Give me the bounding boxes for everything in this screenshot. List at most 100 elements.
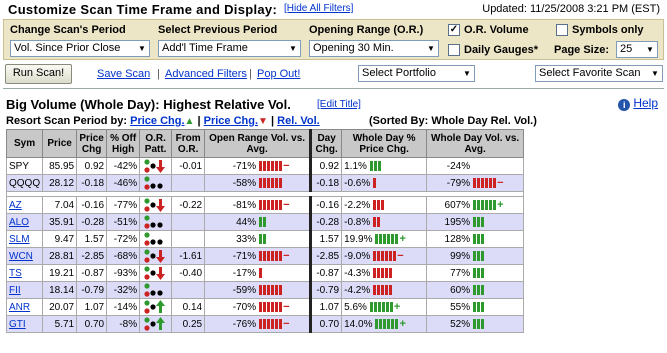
from-or-cell: 0.14	[171, 298, 206, 316]
off-high-cell: -93%	[106, 264, 141, 282]
scan-period-value: Vol. Since Prior Close	[14, 42, 121, 54]
resort-price-down-link[interactable]: Price Chg.	[204, 115, 258, 127]
symbol-link[interactable]: GTI	[9, 319, 26, 330]
col-header-whole-vol[interactable]: Whole Day Vol. vs. Avg.	[426, 129, 525, 158]
or-volume-checkbox[interactable]: ✓	[448, 24, 460, 36]
or-pattern-cell	[139, 157, 173, 175]
or-pattern-cell	[139, 196, 173, 214]
col-header-pct-chg[interactable]: Whole Day % Price Chg.	[341, 129, 428, 158]
whole-vol-cell: -79% −	[426, 174, 525, 192]
or-vol-cell-gauge	[259, 233, 307, 245]
table-row[interactable]: QQQQ 28.12 -0.18 -46% -58% -0.18 -0.6% -79% −	[5, 174, 525, 192]
portfolio-select[interactable]: Select Portfolio ▼	[358, 65, 475, 82]
advanced-filters-link[interactable]: Advanced Filters	[165, 68, 247, 80]
daily-gauges-label: Daily Gauges*	[464, 44, 538, 56]
help-link[interactable]: i Help	[618, 96, 658, 111]
page-size-value: 25	[620, 43, 633, 55]
save-scan-link[interactable]: Save Scan	[97, 68, 150, 80]
gauge-bar	[263, 177, 267, 188]
table-row[interactable]: ANR 20.07 1.07 -14% 0.14 -70% −1.07 5.6% +55%	[5, 298, 525, 316]
or-vol-cell-box: 33%	[207, 234, 307, 245]
col-header-from-or[interactable]: From O.R.	[171, 129, 206, 158]
whole-vol-cell-value: 77%	[450, 267, 471, 279]
symbol-link[interactable]: ALO	[9, 217, 29, 228]
table-row[interactable]: ALO 35.91 -0.28 -51% 44% -0.28 -0.8% 195%	[5, 213, 525, 231]
gauge-bar	[267, 318, 271, 329]
whole-vol-cell-gauge	[473, 284, 521, 296]
or-pattern-icon	[144, 266, 165, 280]
table-row[interactable]: TS 19.21 -0.87 -93% -0.40 -17% -0.87 -4.3% 77%	[5, 264, 525, 282]
run-scan-button[interactable]: Run Scan!	[5, 64, 72, 84]
gauge-bar	[373, 268, 377, 278]
page-title: Customize Scan Time Frame and Display:	[8, 2, 278, 17]
table-row[interactable]: SPY 85.95 0.92 -42% -0.01 -71% −0.92 1.1% -24%	[5, 157, 525, 175]
plus-icon: +	[393, 301, 401, 313]
whole-vol-cell-box: 128%	[429, 234, 521, 245]
scan-period-select[interactable]: Vol. Since Prior Close ▼	[10, 40, 150, 57]
favorite-scan-value: Select Favorite Scan	[539, 67, 641, 79]
symbol-link[interactable]: WCN	[9, 251, 33, 262]
volume-gauge: −	[259, 199, 290, 210]
gauge-bar	[473, 199, 477, 210]
day-chg-cell: -0.18	[309, 174, 343, 192]
prev-period-select[interactable]: Add'l Time Frame ▼	[158, 40, 301, 57]
symbol-link[interactable]: TS	[9, 268, 22, 279]
whole-vol-cell-gauge	[473, 318, 521, 330]
gauge-bar	[473, 216, 477, 227]
gauge-bar	[375, 234, 379, 244]
whole-vol-cell-box: -24%	[429, 161, 521, 172]
symbols-only-label: Symbols only	[572, 24, 644, 36]
whole-vol-cell-box: 195%	[429, 217, 521, 228]
day-chg-cell: -2.85	[309, 247, 343, 265]
symbols-only-checkbox[interactable]	[556, 24, 568, 36]
pop-out-link[interactable]: Pop Out!	[257, 68, 300, 80]
or-pattern-cell	[139, 174, 173, 192]
resort-rel-vol-link[interactable]: Rel. Vol.	[277, 115, 320, 127]
volume-gauge	[373, 268, 393, 278]
symbol-link[interactable]: FII	[9, 285, 21, 296]
volume-gauge	[259, 284, 283, 295]
col-header-or-patt[interactable]: O.R. Patt.	[139, 129, 173, 158]
hide-filters-link[interactable]: [Hide All Filters]	[284, 3, 353, 14]
gauge-bar	[263, 318, 267, 329]
gauge-bar	[477, 284, 481, 295]
edit-title-link[interactable]: [Edit Title]	[317, 99, 361, 110]
day-chg-cell: 0.70	[309, 315, 343, 333]
gauge-bar	[259, 267, 263, 278]
symbol-link[interactable]: SLM	[9, 234, 30, 245]
table-row[interactable]: FII 18.14 -0.79 -32% -59% -0.79 -4.2% 60%	[5, 281, 525, 299]
opening-range-select[interactable]: Opening 30 Min. ▼	[309, 40, 439, 57]
symbol-link[interactable]: AZ	[9, 200, 22, 211]
from-or-cell	[171, 230, 206, 248]
symbol-link[interactable]: ANR	[9, 302, 30, 313]
table-row[interactable]: AZ 7.04 -0.16 -77% -0.22 -81% − -0.16 -2.2% 607% +	[5, 196, 525, 214]
from-or-cell: -0.40	[171, 264, 206, 282]
or-vol-cell-box: -76% −	[207, 318, 307, 329]
col-header-off-high[interactable]: % Off High	[106, 129, 141, 158]
col-header-or-vol[interactable]: Open Range Vol. vs. Avg.	[204, 129, 312, 158]
gauge-bar	[481, 318, 485, 329]
table-row[interactable]: GTI 5.71 0.70 -8% 0.25 -76% −0.70 14.0% +52%	[5, 315, 525, 333]
table-row[interactable]: SLM 9.47 1.57 -72% 33% 1.57 19.9% +128%	[5, 230, 525, 248]
resort-price-up-link[interactable]: Price Chg.	[130, 115, 184, 127]
col-header-day-chg[interactable]: Day Chg.	[309, 129, 343, 158]
gauge-bar	[259, 233, 263, 244]
col-header-price-chg[interactable]: Price Chg	[76, 129, 108, 158]
gauge-bar	[267, 250, 271, 261]
gauge-bar	[263, 233, 267, 244]
col-header-sym[interactable]: Sym	[5, 129, 44, 158]
table-row[interactable]: WCN 28.81 -2.85 -68% -1.61 -71% − -2.85 -9.0% −99…	[5, 247, 525, 265]
whole-vol-cell: 128%	[426, 230, 525, 248]
whole-vol-cell: 60%	[426, 281, 525, 299]
day-chg-cell: 1.57	[309, 230, 343, 248]
gauge-bar	[279, 199, 283, 210]
or-vol-cell: 44%	[204, 213, 312, 231]
col-header-price[interactable]: Price	[42, 129, 78, 158]
resort-price-up-label: Price Chg.	[130, 115, 185, 127]
daily-gauges-checkbox[interactable]	[448, 44, 460, 56]
or-vol-cell-value: -81%	[232, 199, 257, 211]
results-title: Big Volume (Whole Day): Highest Relative…	[6, 97, 291, 112]
page-size-select[interactable]: 25 ▼	[616, 41, 658, 58]
favorite-scan-select[interactable]: Select Favorite Scan ▼	[535, 65, 663, 82]
from-or-cell	[171, 213, 206, 231]
